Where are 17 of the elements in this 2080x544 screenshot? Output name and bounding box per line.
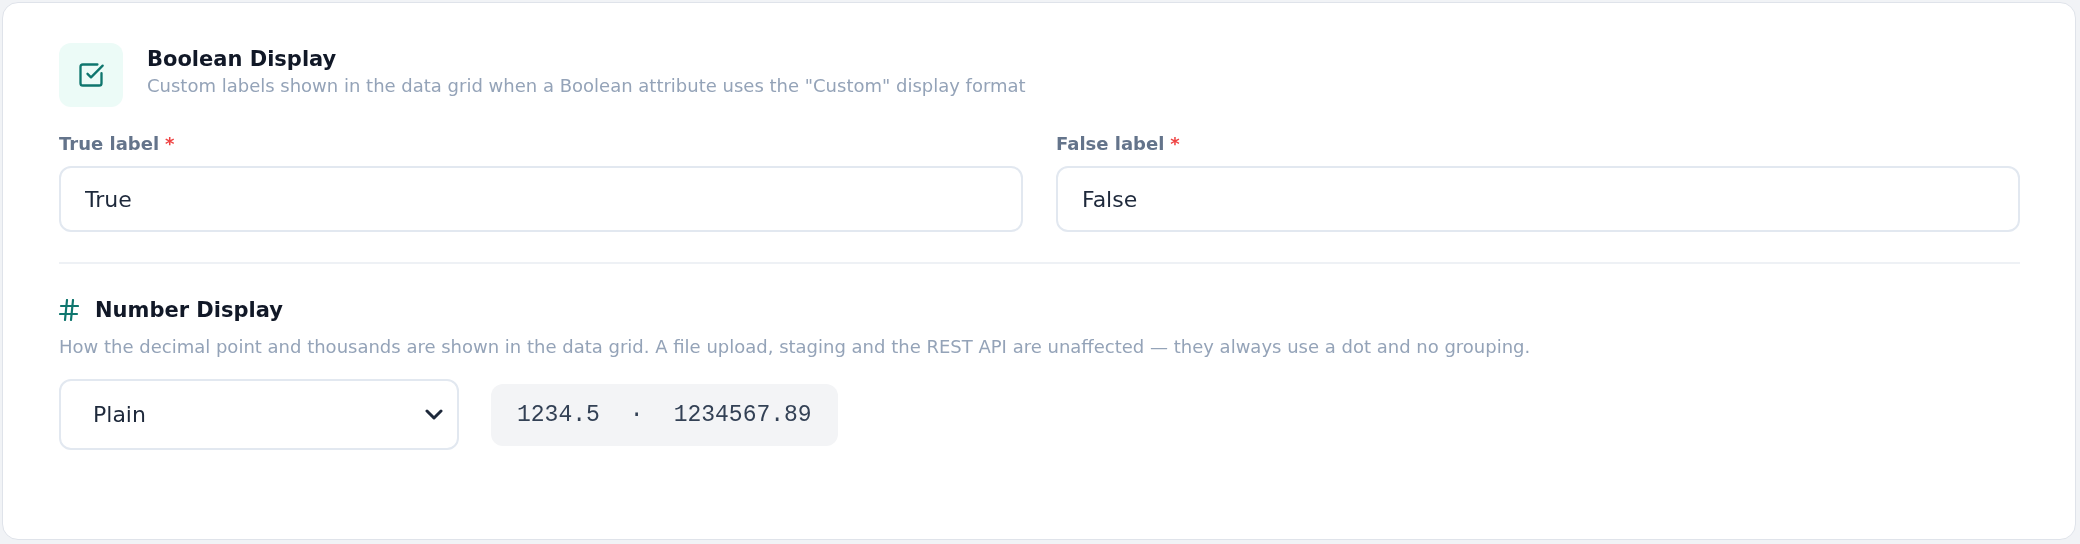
preview-number: 1234.5 (517, 401, 600, 428)
hash-icon (59, 299, 79, 321)
required-mark: * (165, 133, 175, 154)
format-select[interactable]: Plain (59, 379, 459, 450)
field-label: False label (1056, 133, 1165, 154)
checkbox-icon (59, 43, 123, 107)
chevron-down-icon (425, 408, 443, 421)
section-title: Number Display (95, 298, 283, 322)
section-description: How the decimal point and thousands are shown in the data grid. A file upload, staging and the REST API are unaffected — they always use a dot and no grouping. (59, 336, 1532, 357)
input-field[interactable]: True (59, 166, 1023, 232)
section-description: Custom labels shown in the data grid when a Boolean attribute uses the "Custom" display format (147, 75, 1026, 96)
field-label: True label (59, 133, 160, 154)
input-field[interactable]: False (1056, 166, 2020, 232)
preview-number: 1234567.89 (673, 401, 812, 428)
section-title: Boolean Display (147, 47, 338, 71)
required-mark: * (1170, 133, 1180, 154)
preview-separator: · (629, 401, 644, 428)
